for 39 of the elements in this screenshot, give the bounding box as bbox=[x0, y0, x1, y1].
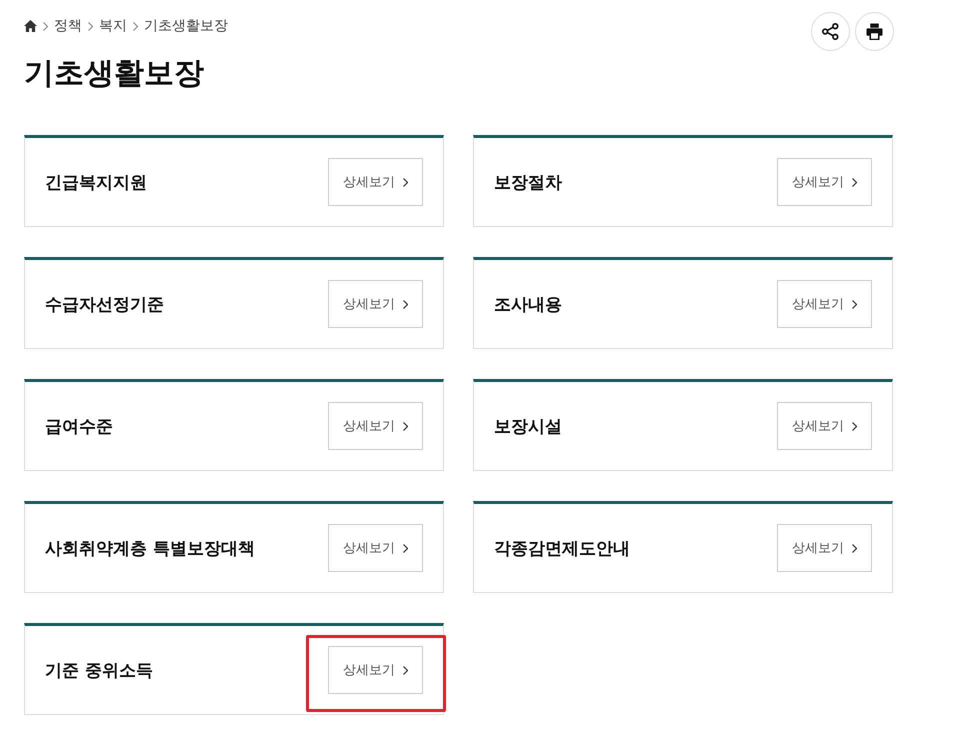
breadcrumb-link[interactable]: 기초생활보장 bbox=[144, 17, 228, 35]
chevron-icon bbox=[852, 300, 857, 308]
details-button[interactable]: 상세보기 bbox=[328, 646, 423, 694]
details-button[interactable]: 상세보기 bbox=[328, 402, 423, 450]
details-button[interactable]: 상세보기 bbox=[777, 158, 872, 206]
chevron-icon bbox=[852, 544, 857, 552]
chevron-icon bbox=[88, 22, 93, 30]
print-icon bbox=[866, 23, 883, 40]
chevron-icon bbox=[133, 22, 138, 30]
card-title: 긴급복지지원 bbox=[45, 172, 147, 194]
card-title: 수급자선정기준 bbox=[45, 294, 164, 316]
card-title: 조사내용 bbox=[494, 294, 562, 316]
card-title: 각종감면제도안내 bbox=[494, 538, 630, 560]
details-button[interactable]: 상세보기 bbox=[328, 158, 423, 206]
breadcrumb-link[interactable]: 복지 bbox=[99, 17, 127, 35]
chevron-icon bbox=[403, 178, 408, 186]
share-button[interactable] bbox=[811, 12, 850, 51]
card-title: 급여수준 bbox=[45, 416, 113, 438]
details-button[interactable]: 상세보기 bbox=[328, 524, 423, 572]
share-icon bbox=[822, 23, 839, 40]
chevron-icon bbox=[403, 666, 408, 674]
chevron-icon bbox=[43, 22, 48, 30]
details-button[interactable]: 상세보기 bbox=[777, 402, 872, 450]
chevron-icon bbox=[852, 422, 857, 430]
home-icon[interactable] bbox=[24, 20, 37, 32]
details-button[interactable]: 상세보기 bbox=[777, 280, 872, 328]
chevron-icon bbox=[403, 300, 408, 308]
card-title: 보장시설 bbox=[494, 416, 562, 438]
details-button[interactable]: 상세보기 bbox=[777, 524, 872, 572]
breadcrumb-link[interactable]: 정책 bbox=[54, 17, 82, 35]
print-button[interactable] bbox=[855, 12, 894, 51]
page-title: 기초생활보장 bbox=[24, 56, 205, 92]
chevron-icon bbox=[403, 422, 408, 430]
chevron-icon bbox=[852, 178, 857, 186]
card-title: 사회취약계층 특별보장대책 bbox=[45, 538, 255, 560]
card-title: 기준 중위소득 bbox=[45, 660, 153, 682]
chevron-icon bbox=[403, 544, 408, 552]
card-title: 보장절차 bbox=[494, 172, 562, 194]
details-button[interactable]: 상세보기 bbox=[328, 280, 423, 328]
